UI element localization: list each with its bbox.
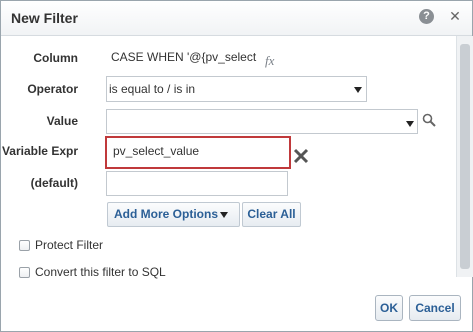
value-label: Value <box>46 114 78 128</box>
dialog-titlebar: New Filter ? ✕ <box>1 1 472 36</box>
operator-selected-value: is equal to / is in <box>109 82 196 96</box>
variable-expr-text: pv_select_value <box>113 144 200 158</box>
protect-filter-checkbox[interactable] <box>19 240 30 251</box>
add-more-options-arrow-icon <box>220 212 228 218</box>
vertical-scrollbar[interactable] <box>456 36 473 277</box>
column-value: CASE WHEN '@{pv_select <box>111 50 257 64</box>
operator-label: Operator <box>27 82 78 96</box>
cancel-button[interactable]: Cancel <box>409 295 461 321</box>
add-more-options-label: Add More Options <box>114 207 218 221</box>
clear-all-button[interactable]: Clear All <box>242 202 301 227</box>
scrollbar-thumb[interactable] <box>460 44 470 269</box>
close-icon[interactable]: ✕ <box>447 8 463 24</box>
dialog-title: New Filter <box>11 10 78 26</box>
value-dropdown-arrow-icon[interactable] <box>406 121 414 127</box>
value-input[interactable] <box>106 109 418 134</box>
dialog-content: Column CASE WHEN '@{pv_select fx Operato… <box>1 36 456 279</box>
convert-to-sql-label: Convert this filter to SQL <box>35 265 166 279</box>
clear-variable-expr-icon[interactable] <box>293 148 309 164</box>
column-label: Column <box>33 51 78 65</box>
operator-dropdown-arrow-icon[interactable] <box>354 87 362 93</box>
convert-to-sql-checkbox[interactable] <box>19 267 30 278</box>
clear-all-label: Clear All <box>247 207 296 221</box>
help-icon[interactable]: ? <box>419 9 434 24</box>
protect-filter-label: Protect Filter <box>35 238 104 252</box>
ok-label: OK <box>380 301 398 315</box>
ok-button[interactable]: OK <box>375 295 403 321</box>
variable-expr-label: Variable Expr <box>1 144 78 158</box>
default-input[interactable] <box>106 171 288 196</box>
search-icon[interactable] <box>422 113 436 127</box>
operator-select[interactable]: is equal to / is in <box>106 76 367 102</box>
fx-icon[interactable]: fx <box>265 53 274 69</box>
default-label: (default) <box>30 176 78 190</box>
variable-expr-input[interactable]: pv_select_value <box>108 139 288 166</box>
cancel-label: Cancel <box>415 301 455 315</box>
new-filter-dialog: New Filter ? ✕ Column CASE WHEN '@{pv_se… <box>0 0 473 332</box>
